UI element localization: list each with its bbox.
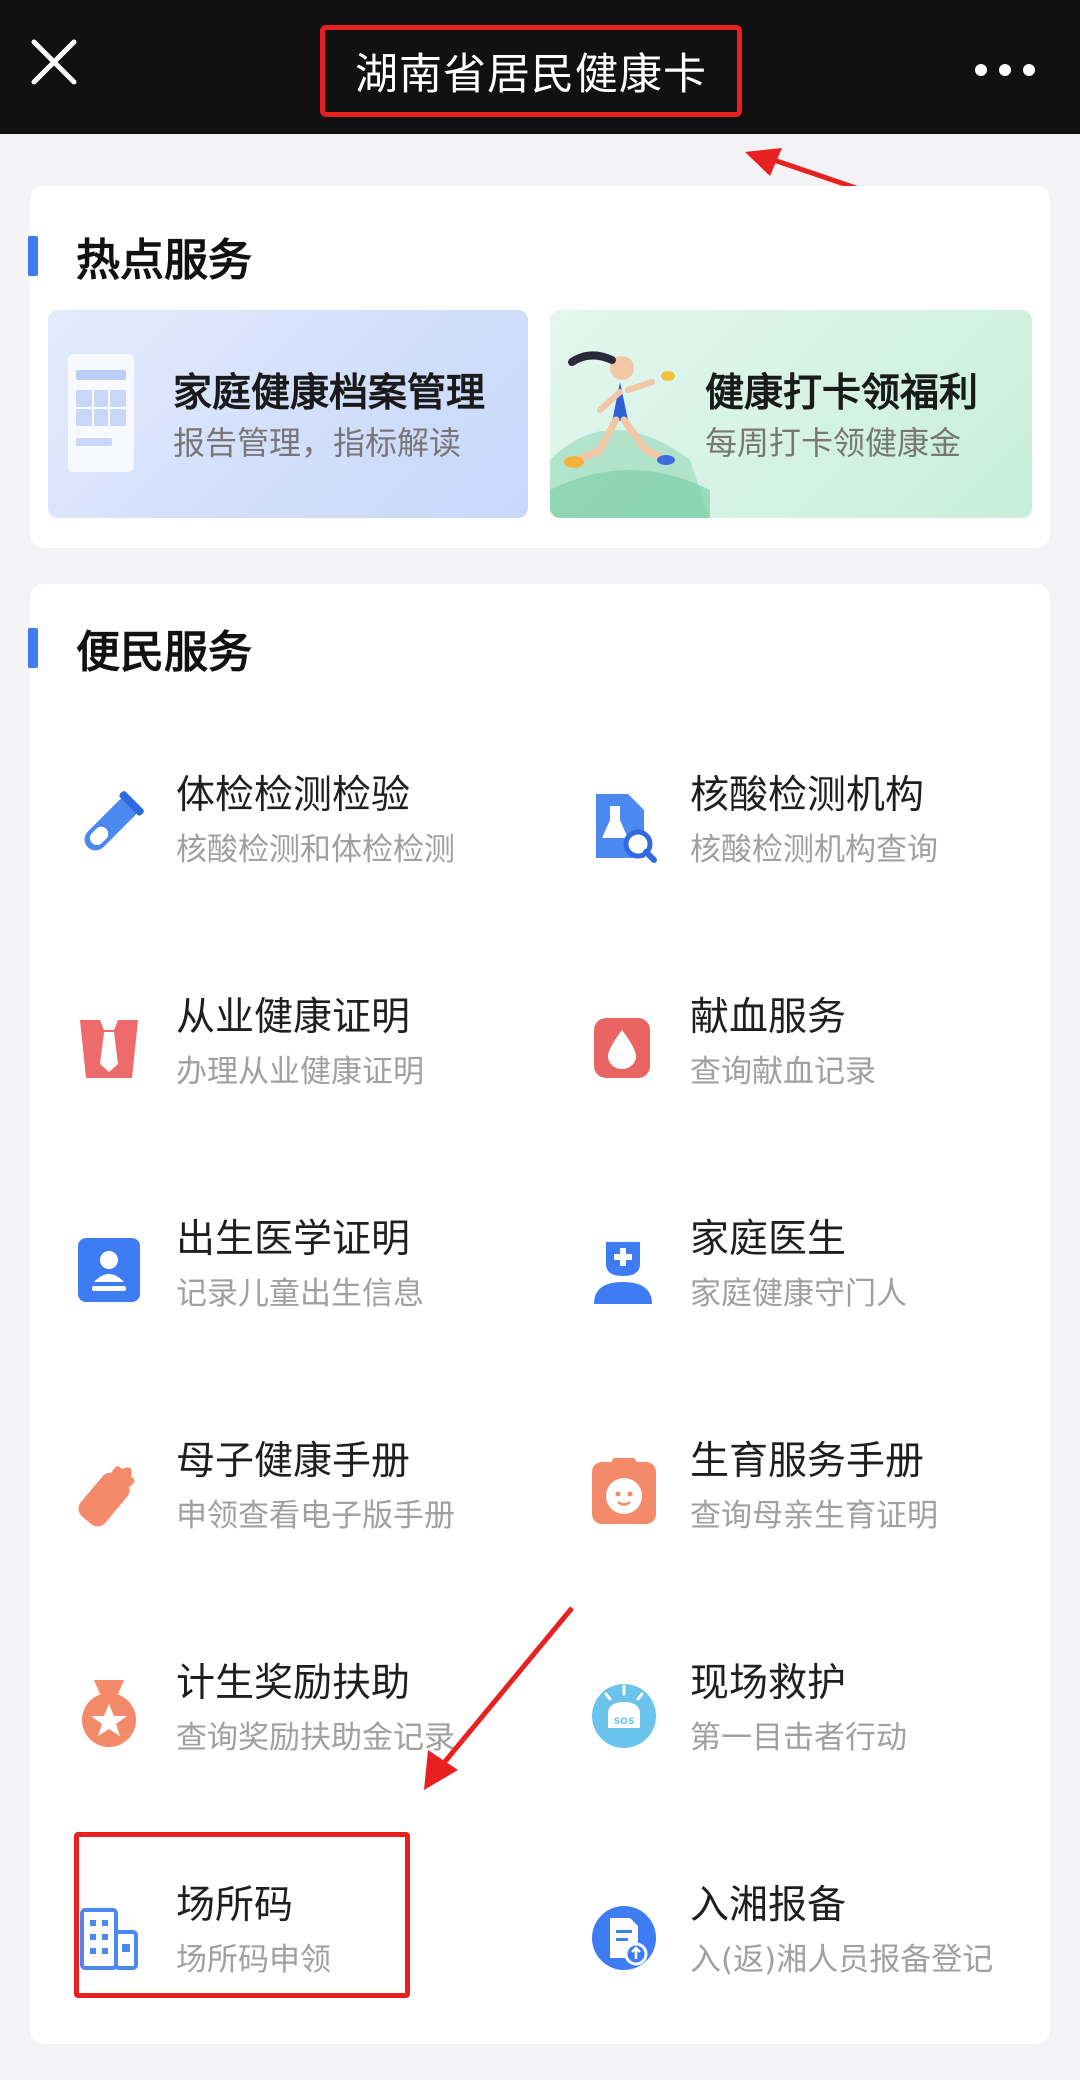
service-item-family-doctor[interactable]: 家庭医生 家庭健康守门人 <box>588 1208 1080 1358</box>
blood-drop-icon <box>588 1008 658 1088</box>
service-subtitle: 办理从业健康证明 <box>176 1054 424 1090</box>
service-subtitle: 入(返)湘人员报备登记 <box>690 1942 994 1978</box>
banner-title: 家庭健康档案管理 <box>173 371 486 416</box>
more-options-icon[interactable] <box>975 50 1035 90</box>
annotation-arrow-venue-code <box>424 1606 574 1790</box>
section-title: 热点服务 <box>76 235 252 286</box>
section-title: 便民服务 <box>76 627 252 678</box>
service-title: 体检检测检验 <box>176 773 411 818</box>
service-subtitle: 家庭健康守门人 <box>690 1276 907 1312</box>
service-title: 献血服务 <box>690 995 847 1040</box>
service-item-blood-donation[interactable]: 献血服务 查询献血记录 <box>588 986 1080 1136</box>
top-bar: 湖南省居民健康卡 <box>0 0 1080 134</box>
running-woman-icon <box>550 351 710 518</box>
service-subtitle: 核酸检测机构查询 <box>690 832 938 868</box>
page-title: 湖南省居民健康卡 <box>355 50 707 100</box>
close-icon[interactable] <box>28 36 80 88</box>
service-subtitle: 申领查看电子版手册 <box>176 1498 455 1534</box>
banner-family-health-records[interactable]: 家庭健康档案管理 报告管理，指标解读 <box>48 310 528 518</box>
person-card-icon <box>74 1230 144 1310</box>
tie-icon <box>74 1008 144 1088</box>
hot-services-card: 热点服务 家庭健康档案管理 报告管理，指标解读 健康打卡领福利 每周打卡领健康金 <box>28 186 1050 548</box>
service-subtitle: 查询献血记录 <box>690 1054 876 1090</box>
service-subtitle: 记录儿童出生信息 <box>176 1276 424 1312</box>
baby-face-icon <box>588 1452 658 1532</box>
service-item-physical-exam[interactable]: 体检检测检验 核酸检测和体检检测 <box>74 764 574 914</box>
section-marker <box>28 628 38 668</box>
title-highlight-box: 湖南省居民健康卡 <box>320 25 742 117</box>
service-title: 生育服务手册 <box>690 1439 925 1484</box>
medal-icon <box>74 1674 144 1754</box>
service-item-birth-medical-cert[interactable]: 出生医学证明 记录儿童出生信息 <box>74 1208 574 1358</box>
venue-code-highlight-box <box>74 1832 410 1998</box>
sos-icon: SOS <box>588 1674 658 1754</box>
service-item-mother-child-handbook[interactable]: 母子健康手册 申领查看电子版手册 <box>74 1430 574 1580</box>
hot-services-heading: 热点服务 <box>28 224 252 288</box>
doctor-icon <box>588 1230 658 1310</box>
service-item-enter-hunan-report[interactable]: 入湘报备 入(返)湘人员报备登记 <box>588 1874 1080 2024</box>
service-subtitle: 查询母亲生育证明 <box>690 1498 938 1534</box>
service-subtitle: 第一目击者行动 <box>690 1720 907 1756</box>
service-item-employment-health-cert[interactable]: 从业健康证明 办理从业健康证明 <box>74 986 574 1136</box>
service-title: 从业健康证明 <box>176 995 411 1040</box>
lab-search-icon <box>588 786 658 866</box>
svg-text:SOS: SOS <box>614 1717 635 1727</box>
service-title: 入湘报备 <box>690 1883 847 1928</box>
banner-subtitle: 报告管理，指标解读 <box>173 424 462 462</box>
service-title: 母子健康手册 <box>176 1439 411 1484</box>
report-doc-icon <box>588 1896 658 1976</box>
service-item-onsite-first-aid[interactable]: SOS 现场救护 第一目击者行动 <box>588 1652 1080 1802</box>
service-title: 计生奖励扶助 <box>176 1661 411 1706</box>
service-item-nucleic-acid-institutions[interactable]: 核酸检测机构 核酸检测机构查询 <box>588 764 1080 914</box>
service-subtitle: 核酸检测和体检检测 <box>176 832 455 868</box>
section-marker <box>28 236 38 276</box>
test-tube-icon <box>74 786 144 866</box>
service-title: 现场救护 <box>690 1661 847 1706</box>
service-title: 家庭医生 <box>690 1217 847 1262</box>
service-title: 核酸检测机构 <box>690 773 925 818</box>
banner-subtitle: 每周打卡领健康金 <box>705 424 962 462</box>
convenience-services-card: 便民服务 体检检测检验 核酸检测和体检检测 核酸检测机构 核酸检测机构查询 从业… <box>28 584 1050 2044</box>
service-item-fertility-handbook[interactable]: 生育服务手册 查询母亲生育证明 <box>588 1430 1080 1580</box>
baby-bottle-icon <box>74 1452 144 1532</box>
banner-health-checkin[interactable]: 健康打卡领福利 每周打卡领健康金 <box>550 310 1032 518</box>
banner-title: 健康打卡领福利 <box>705 371 979 416</box>
convenience-services-heading: 便民服务 <box>28 616 252 680</box>
document-icon <box>68 354 134 472</box>
service-title: 出生医学证明 <box>176 1217 411 1262</box>
